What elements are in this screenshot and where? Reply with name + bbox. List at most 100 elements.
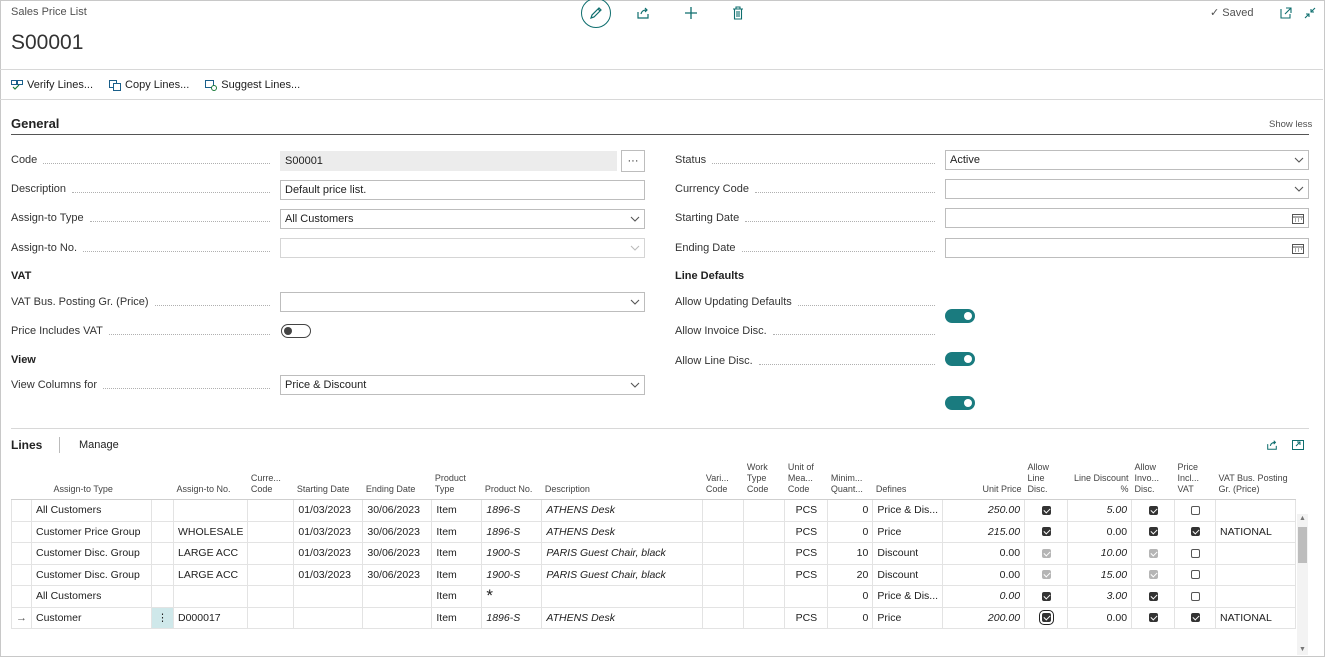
vat-bus-posting-cell[interactable]	[1215, 585, 1297, 608]
variant-code-cell[interactable]	[702, 606, 745, 629]
assign-to-type-cell[interactable]: Customer Price Group	[31, 520, 152, 543]
allow-line-disc-cell[interactable]	[1024, 499, 1069, 522]
work-type-code-cell[interactable]	[743, 542, 786, 565]
calendar-icon[interactable]	[1292, 213, 1304, 224]
checkbox-unchecked-icon[interactable]	[1190, 591, 1200, 601]
product-type-cell[interactable]: Item	[431, 520, 483, 543]
column-header[interactable]: Ending Date	[362, 460, 432, 500]
minimum-quantity-cell[interactable]: 10	[827, 542, 874, 565]
calendar-icon[interactable]	[1292, 243, 1304, 254]
line-discount-cell[interactable]: 3.00	[1067, 585, 1133, 608]
column-header[interactable]: VAT Bus. Posting Gr. (Price)	[1215, 460, 1296, 500]
variant-code-cell[interactable]	[702, 563, 745, 586]
description-input[interactable]: Default price list.	[280, 180, 645, 200]
row-action-menu[interactable]	[151, 563, 174, 586]
work-type-code-cell[interactable]	[743, 585, 786, 608]
starting-date-cell[interactable]: 01/03/2023	[293, 563, 364, 586]
checkbox-checked-icon[interactable]	[1148, 527, 1158, 537]
allow-invoice-disc-cell[interactable]	[1131, 563, 1176, 586]
product-type-cell[interactable]: Item	[431, 499, 483, 522]
starting-date-cell[interactable]: 01/03/2023	[293, 542, 364, 565]
unit-of-measure-cell[interactable]: PCS	[784, 520, 829, 543]
row-action-menu[interactable]	[151, 520, 174, 543]
price-incl-vat-cell[interactable]	[1174, 563, 1217, 586]
column-header[interactable]: Line Discount %	[1067, 460, 1132, 500]
unit-price-cell[interactable]: 0.00	[942, 542, 1026, 565]
unit-of-measure-cell[interactable]: PCS	[784, 606, 829, 629]
view-columns-for-select[interactable]: Price & Discount	[280, 375, 645, 395]
starting-date-cell[interactable]	[293, 585, 364, 608]
checkbox-checked-icon[interactable]	[1148, 591, 1158, 601]
starting-date-cell[interactable]: 01/03/2023	[293, 499, 364, 522]
description-cell[interactable]: PARIS Guest Chair, black	[541, 563, 704, 586]
table-row[interactable]: Customer Price Group WHOLESALE 01/03/2023 3…	[11, 520, 1297, 543]
vat-bus-posting-cell[interactable]: NATIONAL	[1215, 606, 1297, 629]
assign-to-type-cell[interactable]: All Customers	[31, 499, 152, 522]
table-row[interactable]: Customer Disc. Group LARGE ACC 01/03/2023 3…	[11, 563, 1297, 586]
price-incl-vat-cell[interactable]	[1174, 520, 1217, 543]
defines-cell[interactable]: Price	[872, 520, 944, 543]
column-header[interactable]: Product No.	[481, 460, 542, 500]
column-header[interactable]: Assign-to Type	[31, 460, 152, 500]
variant-code-cell[interactable]	[702, 542, 745, 565]
allow-line-disc-cell[interactable]	[1024, 585, 1069, 608]
price-incl-vat-cell[interactable]	[1174, 542, 1217, 565]
minimum-quantity-cell[interactable]: 0	[827, 606, 874, 629]
line-discount-cell[interactable]: 10.00	[1067, 542, 1133, 565]
product-type-cell[interactable]: Item	[431, 542, 483, 565]
vat-bus-posting-cell[interactable]	[1215, 499, 1297, 522]
checkbox-checked-icon[interactable]	[1041, 548, 1051, 558]
assign-to-no-select[interactable]	[280, 238, 645, 258]
row-action-menu[interactable]: ⋮	[151, 606, 174, 629]
code-assist-button[interactable]: ···	[621, 150, 645, 172]
work-type-code-cell[interactable]	[743, 520, 786, 543]
product-no-cell[interactable]: 1900-S	[481, 563, 543, 586]
copy-lines-button[interactable]: Copy Lines...	[109, 79, 189, 91]
defines-cell[interactable]: Price & Dis...	[872, 585, 944, 608]
ending-date-cell[interactable]: 30/06/2023	[362, 563, 433, 586]
minimum-quantity-cell[interactable]: 20	[827, 563, 874, 586]
collapse-button[interactable]	[1296, 0, 1324, 26]
checkbox-checked-icon[interactable]	[1148, 570, 1158, 580]
table-row[interactable]: → Customer ⋮ D000017 Item 1896-S ATHENS Desk PC…	[11, 606, 1297, 629]
work-type-code-cell[interactable]	[743, 606, 786, 629]
allow-line-disc-toggle[interactable]	[945, 396, 975, 410]
minimum-quantity-cell[interactable]: 0	[827, 499, 874, 522]
manage-menu[interactable]: Manage	[79, 439, 119, 451]
line-discount-cell[interactable]: 5.00	[1067, 499, 1133, 522]
checkbox-checked-icon[interactable]	[1041, 570, 1051, 580]
unit-of-measure-cell[interactable]: PCS	[784, 499, 829, 522]
allow-line-disc-cell[interactable]	[1024, 563, 1069, 586]
checkbox-unchecked-icon[interactable]	[1190, 570, 1200, 580]
unit-price-cell[interactable]: 200.00	[942, 606, 1026, 629]
column-header[interactable]: Description	[541, 460, 703, 500]
product-no-cell[interactable]: 1896-S	[481, 499, 543, 522]
vat-bus-posting-cell[interactable]	[1215, 542, 1297, 565]
delete-button[interactable]	[724, 0, 752, 26]
assign-to-no-cell[interactable]: LARGE ACC	[172, 542, 249, 565]
unit-price-cell[interactable]: 215.00	[942, 520, 1026, 543]
row-action-menu[interactable]	[151, 542, 174, 565]
description-cell[interactable]: ATHENS Desk	[541, 499, 704, 522]
lines-share-button[interactable]	[1258, 432, 1286, 458]
general-section-title[interactable]: General	[11, 116, 59, 131]
description-cell[interactable]: ATHENS Desk	[541, 520, 704, 543]
work-type-code-cell[interactable]	[743, 499, 786, 522]
currency-code-cell[interactable]	[247, 585, 295, 608]
allow-line-disc-cell[interactable]	[1024, 520, 1069, 543]
column-header[interactable]: Minim... Quant...	[827, 460, 873, 500]
starting-date-input[interactable]	[945, 208, 1309, 228]
defines-cell[interactable]: Price & Dis...	[872, 499, 944, 522]
currency-code-cell[interactable]	[247, 499, 295, 522]
assign-to-type-select[interactable]: All Customers	[280, 209, 645, 229]
checkbox-checked-icon[interactable]	[1190, 527, 1200, 537]
lines-expand-button[interactable]	[1284, 432, 1312, 458]
currency-code-cell[interactable]	[247, 563, 295, 586]
checkbox-checked-icon[interactable]	[1041, 527, 1051, 537]
code-field[interactable]: S00001	[280, 151, 617, 171]
column-header[interactable]: Assign-to No.	[173, 460, 248, 500]
unit-price-cell[interactable]: 250.00	[942, 499, 1026, 522]
currency-code-select[interactable]	[945, 179, 1309, 199]
checkbox-checked-icon[interactable]	[1148, 613, 1158, 623]
allow-invoice-disc-toggle[interactable]	[945, 352, 975, 366]
